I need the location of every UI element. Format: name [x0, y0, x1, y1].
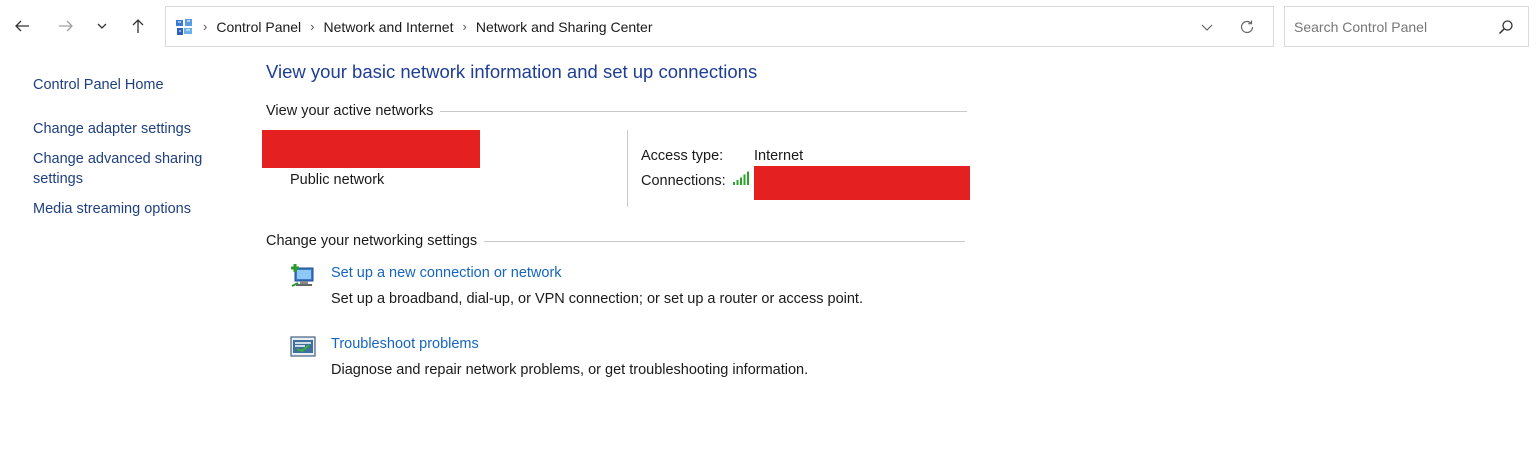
breadcrumb-control-panel[interactable]: Control Panel: [216, 19, 301, 35]
search-icon[interactable]: [1498, 19, 1514, 35]
sidebar-item-control-panel-home[interactable]: Control Panel Home: [33, 75, 233, 95]
breadcrumb-network-and-internet[interactable]: Network and Internet: [324, 19, 454, 35]
arrow-right-icon[interactable]: [54, 14, 78, 38]
active-networks-heading: View your active networks: [266, 103, 968, 119]
troubleshoot-icon: [290, 336, 316, 357]
networking-settings-heading: Change your networking settings: [266, 233, 966, 249]
new-connection-icon: [291, 264, 314, 287]
access-type-label: Access type:: [641, 148, 724, 164]
troubleshoot-problems-description: Diagnose and repair network problems, or…: [331, 362, 809, 378]
troubleshoot-problems-link[interactable]: Troubleshoot problems: [331, 336, 479, 352]
page-title: View your basic network information and …: [266, 61, 758, 82]
active-networks-heading-text: View your active networks: [266, 103, 434, 119]
arrow-left-icon[interactable]: [10, 14, 34, 38]
sidebar-item-change-adapter-settings[interactable]: Change adapter settings: [33, 119, 233, 139]
sidebar-item-change-advanced-sharing-settings[interactable]: Change advanced sharing settings: [33, 149, 233, 189]
search-input[interactable]: [1286, 8, 1486, 45]
address-bar[interactable]: › Control Panel › Network and Internet ›…: [165, 6, 1274, 47]
breadcrumb-network-and-sharing-center[interactable]: Network and Sharing Center: [476, 19, 653, 35]
divider: [484, 240, 966, 242]
networking-settings-heading-text: Change your networking settings: [266, 233, 478, 249]
network-type-link[interactable]: Public network: [290, 172, 384, 188]
sidebar-item-label: Change adapter settings: [33, 121, 191, 137]
setup-new-connection-link[interactable]: Set up a new connection or network: [331, 265, 562, 281]
sidebar-item-label: settings: [33, 171, 83, 187]
breadcrumb-separator[interactable]: ›: [462, 19, 466, 34]
sidebar-item-label: Change advanced sharing: [33, 151, 203, 167]
access-type-value: Internet: [754, 148, 804, 164]
connections-label: Connections:: [641, 173, 726, 189]
sidebar-item-media-streaming-options[interactable]: Media streaming options: [33, 199, 233, 219]
redacted-network-name: [262, 130, 480, 168]
search-box: [1284, 6, 1529, 47]
divider: [440, 110, 968, 112]
wifi-signal-icon: [733, 171, 749, 185]
sidebar: Control Panel Home Change adapter settin…: [33, 72, 233, 219]
breadcrumb-separator[interactable]: ›: [203, 19, 207, 34]
address-dropdown-icon[interactable]: [1196, 16, 1218, 38]
refresh-icon[interactable]: [1236, 16, 1258, 38]
navigation-bar: › Control Panel › Network and Internet ›…: [0, 0, 1536, 52]
chevron-down-icon[interactable]: [90, 14, 114, 38]
setup-new-connection-description: Set up a broadband, dial-up, or VPN conn…: [331, 291, 863, 307]
control-panel-icon: [176, 19, 192, 35]
breadcrumb: › Control Panel › Network and Internet ›…: [203, 7, 652, 46]
arrow-up-icon[interactable]: [126, 14, 150, 38]
redacted-connection-name[interactable]: [754, 166, 970, 200]
divider: [627, 130, 628, 207]
breadcrumb-separator[interactable]: ›: [310, 19, 314, 34]
sidebar-item-label: Media streaming options: [33, 201, 191, 217]
